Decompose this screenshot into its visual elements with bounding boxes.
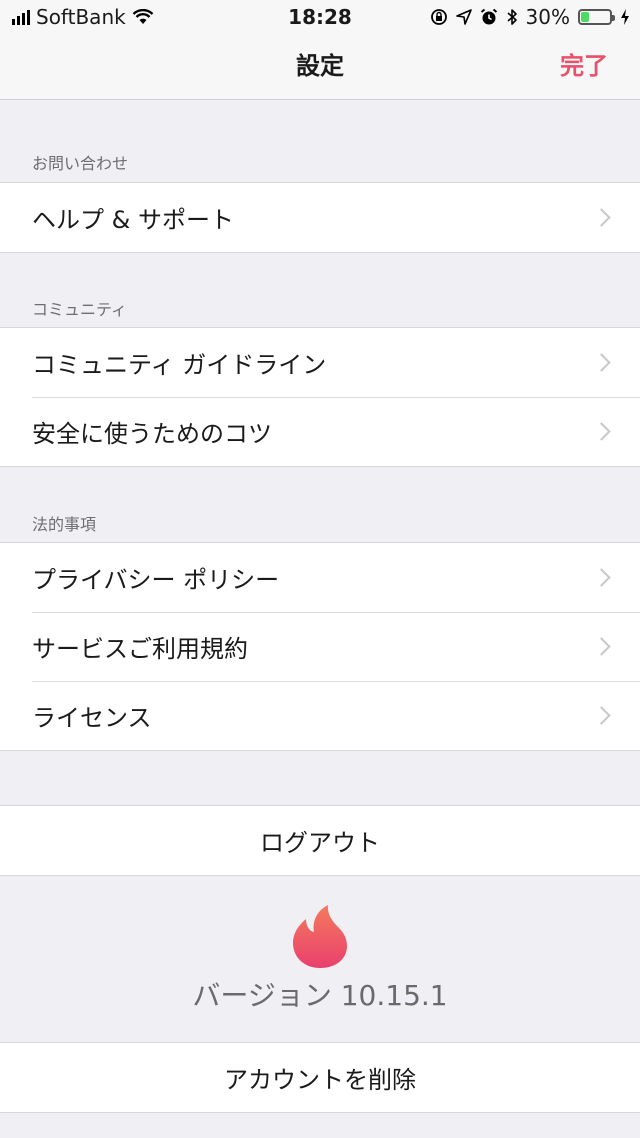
chevron-right-icon [592,567,611,587]
status-right: 30% [430,0,630,34]
privacy-policy-row[interactable]: プライバシー ポリシー [0,543,640,612]
chevron-right-icon [592,207,611,227]
section-header-community: コミュニティ [32,300,128,319]
row-label: サービスご利用規約 [32,635,248,663]
battery-icon [578,9,615,25]
help-support-row[interactable]: ヘルプ & サポート [0,183,640,252]
chevron-right-icon [592,421,611,441]
licenses-row[interactable]: ライセンス [0,681,640,750]
delete-account-group: アカウントを削除 [0,1042,640,1113]
charging-icon [621,9,629,25]
logout-button[interactable]: ログアウト [0,806,640,875]
delete-account-label: アカウントを削除 [224,1066,416,1094]
row-label: 安全に使うためのコツ [32,420,272,448]
battery-percent: 30% [525,5,570,29]
legal-group: プライバシー ポリシー サービスご利用規約 ライセンス [0,542,640,751]
flame-logo-icon [293,905,347,968]
delete-account-button[interactable]: アカウントを削除 [0,1043,640,1112]
bluetooth-icon [507,9,517,25]
nav-bar: 設定 完了 [0,34,640,100]
chevron-right-icon [592,636,611,656]
version-text: バージョン 10.15.1 [192,979,448,1012]
status-bar: SoftBank 18:28 30% [0,0,640,34]
alarm-icon [480,8,497,25]
section-header-contact: お問い合わせ [32,154,129,173]
logout-label: ログアウト [260,829,380,857]
rotation-lock-icon [430,9,447,25]
location-icon [455,9,472,25]
chevron-right-icon [592,705,611,725]
community-guidelines-row[interactable]: コミュニティ ガイドライン [0,328,640,397]
done-button[interactable]: 完了 [560,34,608,98]
row-label: ライセンス [32,704,152,732]
row-label: プライバシー ポリシー [32,566,280,594]
battery-level [581,12,589,22]
row-label: コミュニティ ガイドライン [32,351,327,379]
logout-group: ログアウト [0,805,640,876]
section-header-legal: 法的事項 [32,515,97,534]
safety-tips-row[interactable]: 安全に使うためのコツ [0,397,640,466]
community-group: コミュニティ ガイドライン 安全に使うためのコツ [0,327,640,467]
row-label: ヘルプ & サポート [32,206,234,234]
page-title: 設定 [296,52,344,80]
terms-of-service-row[interactable]: サービスご利用規約 [0,612,640,681]
chevron-right-icon [592,352,611,372]
contact-group: ヘルプ & サポート [0,182,640,253]
